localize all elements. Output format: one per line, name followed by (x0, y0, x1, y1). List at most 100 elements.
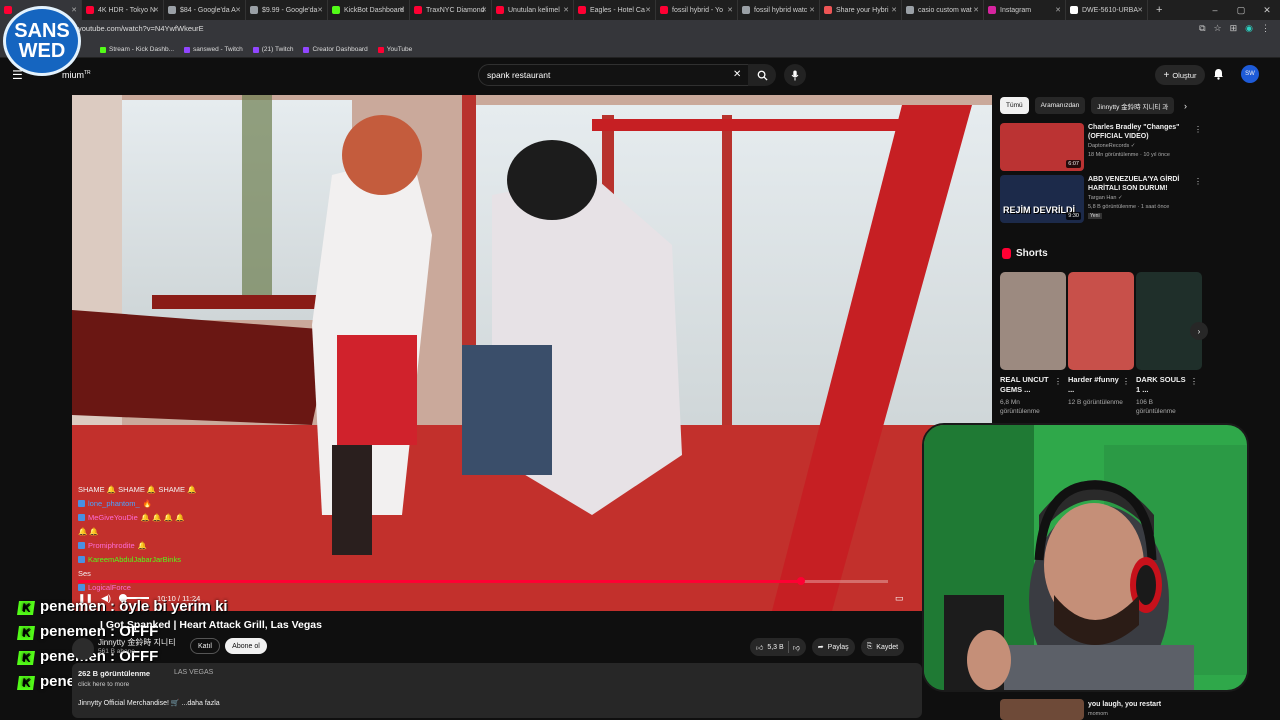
chat-badge-icon (78, 499, 85, 507)
menu-icon[interactable]: ⋮ (1261, 23, 1270, 34)
browser-tab[interactable]: casio custom wat ✕ (902, 0, 984, 20)
tab-close-icon[interactable]: ✕ (563, 6, 569, 14)
new-tab-button[interactable]: + (1156, 4, 1162, 16)
save-label: Kaydet (876, 643, 899, 651)
bookmark-item[interactable]: YouTube (377, 46, 412, 53)
minimize-icon[interactable]: – (1202, 5, 1228, 15)
shorts-label: Shorts (1016, 248, 1048, 259)
more-options-icon[interactable]: ⋮ (1122, 377, 1130, 386)
bookmark-label: sanswed - Twitch (193, 46, 243, 53)
video-progress-bar[interactable] (78, 577, 888, 585)
tab-close-icon[interactable]: ✕ (973, 6, 979, 14)
chevron-right-icon[interactable]: › (1184, 101, 1187, 111)
more-options-icon[interactable]: ⋮ (1054, 377, 1062, 386)
recommendation-channel[interactable]: momom (1088, 711, 1108, 717)
clear-search-icon[interactable]: ✕ (733, 69, 741, 80)
location-tag[interactable]: LAS VEGAS (174, 669, 213, 676)
recommendation-channel[interactable]: DaptoneRecords ✓ (1088, 143, 1135, 149)
short-title[interactable]: DARK SOULS 1 ... (1136, 375, 1188, 395)
more-options-icon[interactable]: ⋮ (1194, 125, 1202, 134)
join-button[interactable]: Katıl (190, 638, 220, 654)
miniplayer-icon[interactable]: ▭ (895, 593, 904, 604)
browser-tab[interactable]: 4K HDR - Tokyo N ✕ (82, 0, 164, 20)
search-button[interactable] (748, 64, 776, 86)
recommendation-item[interactable]: 6:07 Charles Bradley "Changes" (OFFICIAL … (1000, 123, 1202, 171)
tab-favicon-icon (250, 6, 258, 14)
shorts-next-button[interactable]: › (1190, 322, 1208, 340)
short-thumbnail[interactable] (1000, 272, 1066, 370)
short-thumbnail[interactable] (1136, 272, 1202, 370)
bookmark-item[interactable]: Creator Dashboard (303, 46, 368, 53)
browser-tab[interactable]: Instagram ✕ (984, 0, 1066, 20)
tab-close-icon[interactable]: ✕ (235, 6, 241, 14)
recommendation-thumbnail[interactable]: REJİM DEVRİLDİ 9:30 (1000, 175, 1084, 223)
recommendation-item[interactable]: REJİM DEVRİLDİ 9:30 ABD VENEZUELA'YA GİRDİ… (1000, 175, 1202, 223)
more-options-icon[interactable]: ⋮ (1194, 177, 1202, 186)
recommendation-channel[interactable]: Targan Han ✓ (1088, 195, 1123, 201)
tab-close-icon[interactable]: ✕ (481, 6, 487, 14)
tab-close-icon[interactable]: ✕ (317, 6, 323, 14)
recommendation-item-bottom[interactable]: you laugh, you restart momom (1000, 697, 1200, 720)
voice-search-button[interactable] (784, 64, 806, 86)
tab-close-icon[interactable]: ✕ (891, 6, 897, 14)
bookmark-item[interactable]: sanswed - Twitch (184, 46, 243, 53)
close-window-icon[interactable]: ✕ (1254, 5, 1280, 16)
url-field[interactable]: youtube.com/watch?v=N4YwfWkeurE (78, 24, 204, 33)
short-title[interactable]: Harder #funny ... (1068, 375, 1120, 395)
description-more[interactable]: Jinnytty Official Merchandise! 🛒 ...daha… (78, 699, 220, 707)
bookmark-label: Creator Dashboard (312, 46, 368, 53)
tab-close-icon[interactable]: ✕ (809, 6, 815, 14)
browser-tab[interactable]: fossil hybrid - Yo ✕ (656, 0, 738, 20)
tab-close-icon[interactable]: ✕ (645, 6, 651, 14)
tab-close-icon[interactable]: ✕ (727, 6, 733, 14)
extensions-icon[interactable]: ⊞ (1230, 23, 1238, 34)
create-button[interactable]: + Oluştur (1155, 65, 1205, 85)
share-button[interactable]: ➦ Paylaş (811, 638, 855, 656)
bookmark-star-icon[interactable]: ☆ (1214, 23, 1222, 34)
progress-scrubber[interactable] (796, 577, 805, 585)
browser-tab[interactable]: TraxNYC Diamond ✕ (410, 0, 492, 20)
bookmark-item[interactable]: (21) Twitch (252, 46, 293, 53)
browser-tab[interactable]: fossil hybrid watc ✕ (738, 0, 820, 20)
recommendation-thumbnail[interactable] (1000, 699, 1084, 720)
filter-chip[interactable]: Aramanızdan (1034, 97, 1086, 114)
tab-close-icon[interactable]: ✕ (71, 6, 77, 14)
search-input[interactable]: spank restaurant ✕ (478, 64, 750, 86)
browser-tab[interactable]: KickBot Dashboard ✕ (328, 0, 410, 20)
video-description[interactable]: 262 B görüntülenme LAS VEGAS click here … (72, 663, 922, 718)
short-thumbnail[interactable] (1068, 272, 1134, 370)
tab-close-icon[interactable]: ✕ (399, 6, 405, 14)
recommendation-title[interactable]: you laugh, you restart (1088, 701, 1161, 708)
tab-close-icon[interactable]: ✕ (153, 6, 159, 14)
filter-chip[interactable]: Tümü (1000, 97, 1029, 114)
account-avatar[interactable]: SW (1241, 65, 1259, 83)
notifications-bell-icon[interactable] (1213, 67, 1224, 85)
maximize-icon[interactable]: ▢ (1228, 5, 1254, 16)
more-options-icon[interactable]: ⋮ (1190, 377, 1198, 386)
recommendation-thumbnail[interactable]: 6:07 (1000, 123, 1084, 171)
bookmarks-bar: Stream - Kick Dashb... sanswed - Twitch (2… (0, 42, 1280, 58)
filter-chip[interactable]: Jinnytty 金鈴時 지니티 과 (1091, 97, 1175, 114)
channel-name[interactable]: Jinnytty 金鈴時 지니티 (98, 637, 176, 648)
browser-tab[interactable]: Eagles - Hotel Ca ✕ (574, 0, 656, 20)
save-button[interactable]: ⎘ Kaydet (860, 638, 905, 656)
browser-tab[interactable]: $9.99 - Google'da ✕ (246, 0, 328, 20)
short-title[interactable]: REAL UNCUT GEMS ... (1000, 375, 1052, 395)
recommendation-title[interactable]: ABD VENEZUELA'YA GİRDİ HARİTALI SON DURU… (1088, 175, 1188, 193)
recommendation-title[interactable]: Charles Bradley "Changes" (OFFICIAL VIDE… (1088, 123, 1188, 141)
cast-icon[interactable]: ⧉ (1199, 23, 1205, 34)
thumbs-down-icon[interactable]: 👎︎ (793, 643, 800, 652)
browser-tab[interactable]: Unutulan kelimel ✕ (492, 0, 574, 20)
like-button[interactable]: 👍︎ 5,3 B 👎︎ (750, 638, 806, 656)
tab-close-icon[interactable]: ✕ (1137, 6, 1143, 14)
browser-tab[interactable]: Share your Hybri ✕ (820, 0, 902, 20)
browser-tab[interactable]: $84 - Google'da A ✕ (164, 0, 246, 20)
subscribe-button[interactable]: Abone ol (225, 638, 267, 654)
browser-tab[interactable]: DWE-5610-URBA ✕ (1066, 0, 1148, 20)
youtube-logo[interactable]: miumTR (62, 70, 91, 80)
brand-sup: TR (84, 70, 91, 76)
bookmark-item[interactable]: Stream - Kick Dashb... (100, 46, 174, 53)
tab-close-icon[interactable]: ✕ (1055, 6, 1061, 14)
profile-icon[interactable]: ◉ (1245, 23, 1253, 34)
channel-avatar[interactable] (72, 638, 94, 660)
